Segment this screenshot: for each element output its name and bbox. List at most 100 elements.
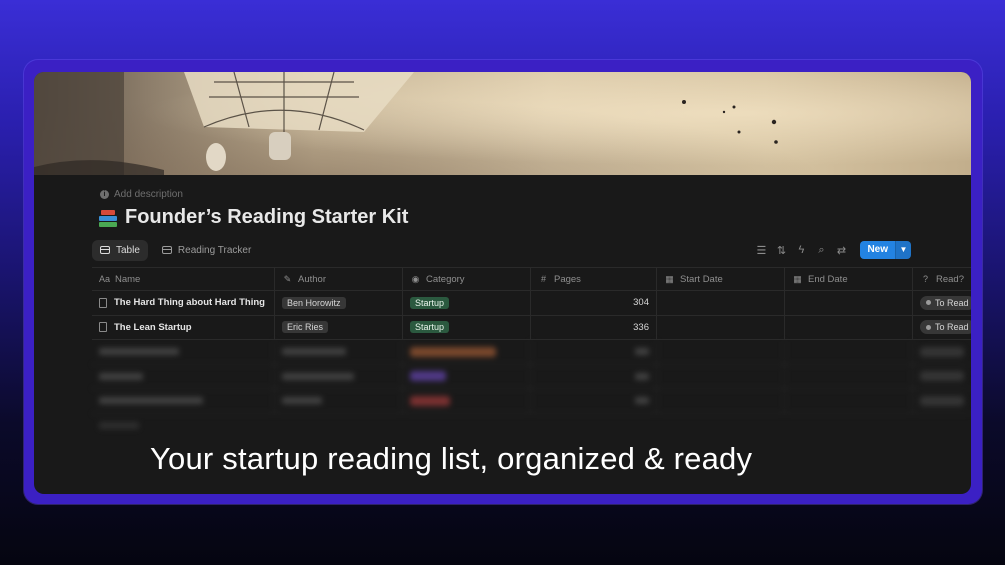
blurred-text (99, 421, 139, 429)
status-dot-icon (926, 324, 931, 330)
blurred-tag (920, 346, 964, 357)
blurred-cell (92, 364, 275, 388)
read-status-cell[interactable]: To Read (913, 291, 971, 315)
blurred-cell (531, 340, 657, 364)
add-description-label: Add description (114, 189, 183, 200)
blurred-tag (410, 371, 446, 382)
status-dot-icon (926, 300, 931, 306)
category-tag: Startup (410, 321, 450, 334)
blurred-row (92, 340, 971, 365)
blurred-cell (913, 389, 971, 413)
column-header-start-date[interactable]: ▦ Start Date (657, 268, 785, 290)
view-tabs: Table Reading Tracker (92, 239, 259, 261)
blurred-cell (403, 364, 531, 388)
settings-icon[interactable]: ⇄ (834, 242, 848, 258)
pen-icon: ✎ (283, 273, 292, 284)
start-date-cell[interactable] (657, 291, 785, 315)
column-header-pages[interactable]: # Pages (531, 268, 657, 290)
column-header-author[interactable]: ✎ Author (275, 268, 403, 290)
blurred-text (282, 372, 354, 380)
pages-cell[interactable]: 304 (531, 291, 657, 315)
blurred-cell (785, 340, 913, 364)
calendar-icon: ▦ (665, 273, 674, 284)
author-tag: Ben Horowitz (282, 296, 346, 309)
column-label: End Date (808, 273, 848, 285)
pages-cell[interactable]: 336 (531, 315, 657, 339)
blurred-cell (275, 389, 403, 413)
blurred-cell (913, 365, 971, 389)
blurred-cell (275, 340, 403, 364)
end-date-cell[interactable] (785, 315, 913, 339)
blurred-cell (913, 340, 971, 364)
board-icon (161, 246, 172, 254)
tab-reading-tracker-label: Reading Tracker (177, 244, 252, 256)
cover-image (34, 72, 971, 175)
column-label: Start Date (680, 273, 723, 285)
add-description-button[interactable]: i Add description (100, 189, 183, 200)
blurred-text (99, 348, 179, 356)
table-row[interactable]: The Lean Startup Eric Ries Startup 336 T… (92, 315, 971, 340)
author-cell[interactable]: Ben Horowitz (275, 291, 403, 315)
status-badge: To Read (920, 320, 971, 335)
blurred-new-row (92, 414, 971, 438)
column-header-end-date[interactable]: ▦ End Date (785, 268, 913, 290)
blurred-cell (657, 364, 785, 388)
page-icon (99, 297, 107, 308)
read-status-cell[interactable]: To Read (913, 316, 971, 340)
blurred-tag (920, 371, 964, 382)
column-header-read[interactable]: ? Read? (913, 268, 971, 290)
tab-reading-tracker[interactable]: Reading Tracker (154, 240, 259, 261)
blurred-text (282, 397, 322, 405)
book-title: The Hard Thing about Hard Thing (114, 297, 265, 309)
books-icon (98, 208, 118, 228)
page-title-text: Founder’s Reading Starter Kit (125, 206, 409, 228)
blurred-cell (275, 364, 403, 388)
book-title: The Lean Startup (114, 321, 192, 333)
blurred-cell (785, 389, 913, 413)
end-date-cell[interactable] (785, 291, 913, 315)
new-button-label: New (860, 241, 895, 259)
calendar-icon: ▦ (793, 273, 802, 284)
number-icon: # (540, 274, 546, 284)
start-date-cell[interactable] (657, 315, 785, 339)
search-icon[interactable]: ⌕ (814, 242, 828, 258)
column-label: Category (426, 273, 465, 285)
blurred-cell (92, 389, 275, 413)
blurred-cell (657, 340, 785, 364)
new-button[interactable]: New ▼ (860, 241, 911, 259)
sort-icon[interactable]: ⇅ (774, 242, 788, 258)
blurred-cell (92, 340, 275, 364)
tab-table-label: Table (116, 244, 140, 256)
column-label: Author (298, 273, 326, 285)
automation-icon[interactable]: ϟ (794, 242, 808, 258)
chevron-down-icon[interactable]: ▼ (895, 241, 911, 259)
notion-window: i Add description Founder’s Reading Star… (34, 72, 971, 494)
blurred-text (99, 397, 203, 405)
blurred-cell (531, 364, 657, 388)
blurred-cell (531, 389, 657, 413)
blurred-tag (920, 395, 964, 406)
select-icon: ◉ (411, 273, 420, 284)
category-cell[interactable]: Startup (403, 315, 531, 339)
page-title[interactable]: Founder’s Reading Starter Kit (98, 206, 408, 229)
blurred-cell (785, 364, 913, 388)
tab-table[interactable]: Table (92, 239, 148, 261)
blurred-row (92, 389, 971, 414)
blurred-text (99, 372, 143, 380)
author-tag: Eric Ries (282, 321, 329, 334)
blurred-cell (403, 340, 531, 364)
page-icon (99, 322, 107, 333)
name-cell[interactable]: The Hard Thing about Hard Thing (92, 291, 275, 315)
database-toolbar: ☰ ⇅ ϟ ⌕ ⇄ New ▼ (754, 241, 911, 259)
name-cell[interactable]: The Lean Startup (92, 315, 275, 339)
filter-icon[interactable]: ☰ (754, 242, 768, 258)
table-row[interactable]: The Hard Thing about Hard Thing Ben Horo… (92, 291, 971, 316)
table-header: Aa Name ✎ Author ◉ Category # Pages ▦ St… (92, 267, 971, 291)
column-header-name[interactable]: Aa Name (92, 268, 275, 290)
text-type-icon: Aa (99, 274, 111, 284)
question-icon: ? (922, 274, 928, 284)
info-icon: i (100, 190, 109, 199)
column-header-category[interactable]: ◉ Category (403, 268, 531, 290)
category-cell[interactable]: Startup (403, 291, 531, 315)
author-cell[interactable]: Eric Ries (275, 315, 403, 339)
